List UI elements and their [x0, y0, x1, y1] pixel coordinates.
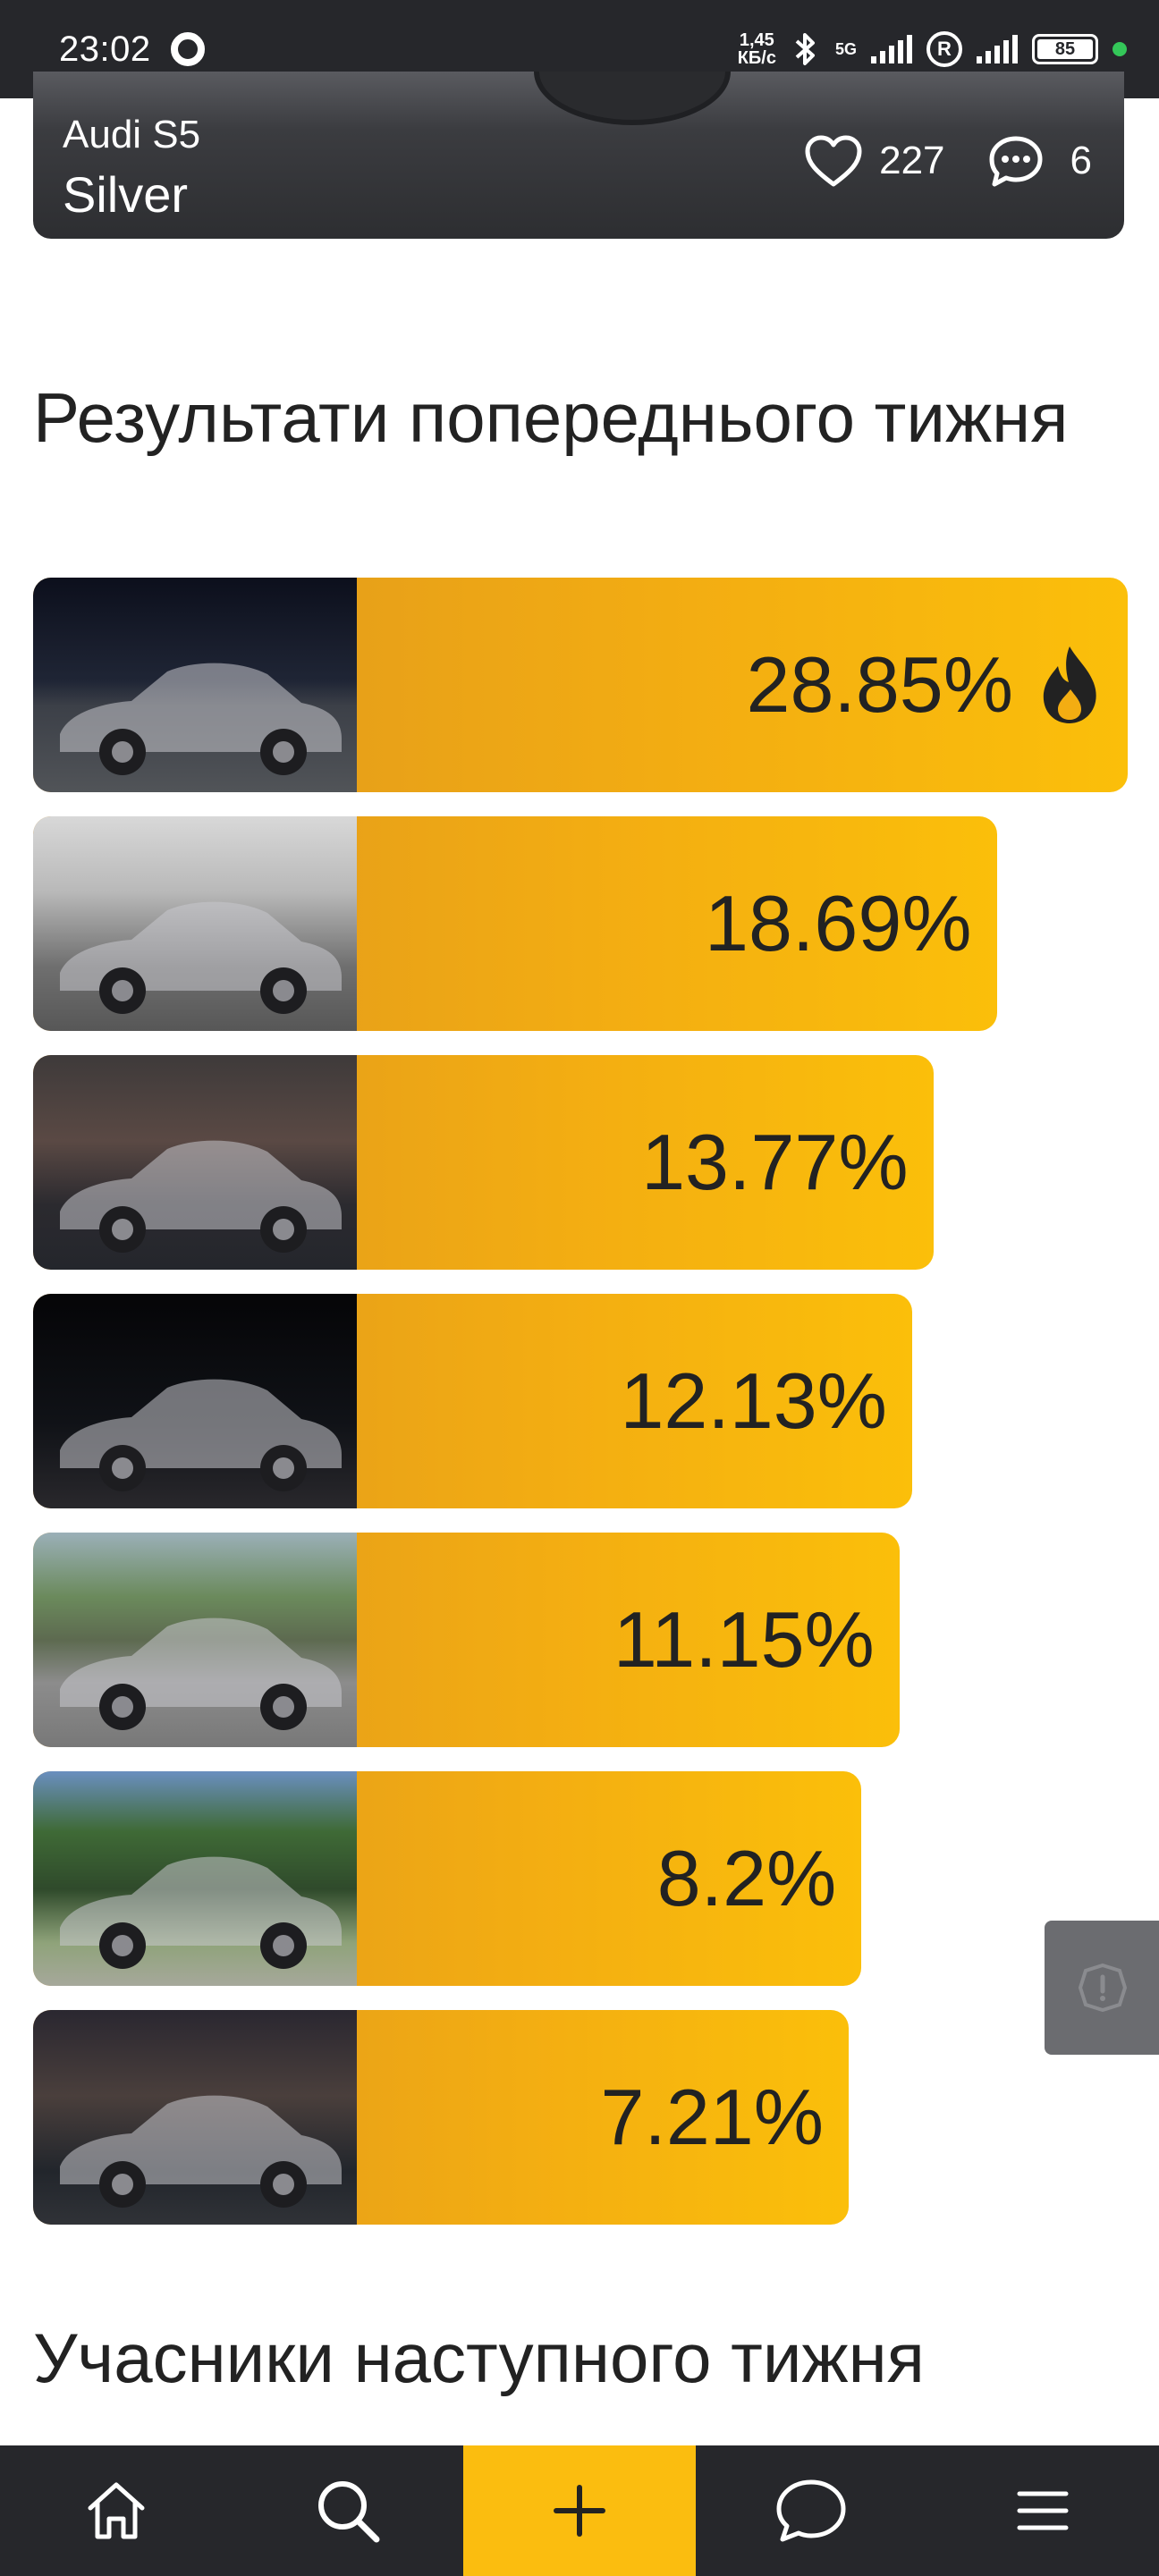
result-percent-group: 12.13% [620, 1294, 886, 1508]
feedback-tab[interactable] [1045, 1921, 1159, 2055]
fire-icon [1043, 646, 1096, 723]
result-percent: 12.13% [620, 1356, 887, 1445]
alert-icon [1078, 1963, 1128, 2013]
car-silhouette [60, 1379, 342, 1491]
result-percent-group: 18.69% [705, 816, 971, 1031]
battery-icon: 85 [1032, 34, 1098, 64]
car-photo [534, 72, 731, 125]
result-row[interactable]: 8.2% [33, 1771, 862, 1986]
result-percent-group: 13.77% [641, 1055, 908, 1270]
nav-home[interactable] [0, 2445, 232, 2576]
car-silhouette [60, 663, 342, 775]
record-icon [170, 32, 205, 66]
car-thumbnail[interactable] [33, 1771, 357, 1986]
result-row[interactable]: 28.85% [33, 578, 1128, 792]
car-thumbnail[interactable] [33, 2010, 357, 2225]
result-percent-group: 8.2% [657, 1771, 837, 1986]
car-thumbnail[interactable] [33, 1294, 357, 1508]
nav-search[interactable] [232, 2445, 463, 2576]
status-time: 23:02 [59, 29, 151, 69]
battery-level: 85 [1037, 39, 1093, 59]
nav-menu[interactable] [927, 2445, 1159, 2576]
result-percent: 28.85% [746, 640, 1013, 729]
result-percent-group: 7.21% [600, 2010, 824, 2225]
comment-icon[interactable] [986, 134, 1045, 188]
card-stats: 227 6 [804, 134, 1092, 188]
result-percent: 18.69% [705, 879, 972, 967]
bottom-nav [0, 2445, 1159, 2576]
signal-icon [871, 35, 912, 63]
car-name: Audi S5 [63, 113, 201, 156]
network-speed-unit: КБ/с [737, 48, 776, 68]
heart-icon[interactable] [804, 134, 863, 188]
app-screen: 23:02 1,45 КБ/с 5G R 85 Audi S5 Silver 2… [0, 0, 1159, 2576]
network-type: 5G [834, 39, 857, 58]
network-speed: 1,45 КБ/с [738, 31, 776, 67]
active-indicator [1112, 42, 1127, 56]
car-silhouette [60, 901, 342, 1014]
car-thumbnail[interactable] [33, 578, 357, 792]
car-silhouette [60, 1140, 342, 1253]
car-thumbnail[interactable] [33, 816, 357, 1031]
nav-chat[interactable] [696, 2445, 927, 2576]
next-week-title: Учасники наступного тижня [33, 2318, 925, 2397]
result-percent: 13.77% [641, 1118, 909, 1206]
result-percent: 7.21% [600, 2073, 824, 2161]
result-row[interactable]: 12.13% [33, 1294, 912, 1508]
roaming-badge: R [926, 31, 962, 67]
car-thumbnail[interactable] [33, 1055, 357, 1270]
nav-add[interactable] [463, 2445, 696, 2576]
chat-icon [776, 2479, 846, 2542]
result-row[interactable]: 18.69% [33, 816, 997, 1031]
signal-icon [977, 35, 1018, 63]
likes-count: 227 [879, 139, 945, 182]
menu-icon [1017, 2491, 1069, 2530]
results-list: 28.85% 18.69% 13.77% 12.13% 11.15% 8.2% 7.21% [33, 578, 1128, 2249]
status-icons: 1,45 КБ/с 5G R 85 [738, 31, 1127, 67]
comments-count: 6 [1070, 139, 1092, 182]
result-percent-group: 11.15% [613, 1533, 875, 1747]
results-title: Результати попереднього тижня [33, 378, 1069, 457]
result-row[interactable]: 11.15% [33, 1533, 900, 1747]
search-icon [317, 2481, 380, 2543]
car-color: Silver [63, 166, 189, 223]
result-row[interactable]: 13.77% [33, 1055, 934, 1270]
car-silhouette [60, 1617, 342, 1730]
result-row[interactable]: 7.21% [33, 2010, 849, 2225]
car-thumbnail[interactable] [33, 1533, 357, 1747]
result-percent-group: 28.85% [747, 578, 1103, 792]
car-card[interactable]: Audi S5 Silver 227 6 [33, 72, 1124, 239]
car-silhouette [60, 2095, 342, 2208]
plus-icon [553, 2485, 605, 2537]
car-silhouette [60, 1856, 342, 1969]
network-speed-value: 1,45 [739, 30, 774, 50]
result-percent: 8.2% [656, 1834, 837, 1922]
home-icon [88, 2482, 145, 2539]
result-percent: 11.15% [613, 1595, 875, 1684]
bluetooth-icon [795, 33, 815, 65]
